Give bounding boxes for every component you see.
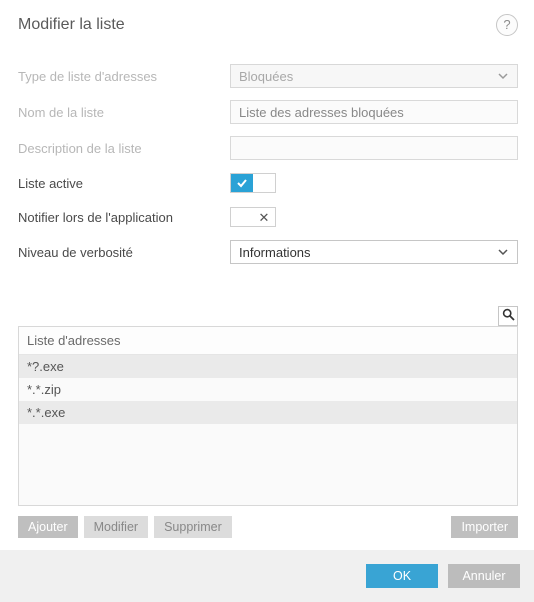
header: Modifier la liste ? [0, 0, 534, 46]
table-row[interactable]: *.*.zip [19, 378, 517, 401]
row-type: Type de liste d'adresses Bloquées [18, 64, 518, 88]
check-icon [231, 174, 253, 192]
search-row [18, 306, 518, 326]
select-verbosity[interactable]: Informations [230, 240, 518, 264]
toggle-active[interactable] [230, 173, 276, 193]
address-table: Liste d'adresses *?.exe *.*.zip *.*.exe [18, 326, 518, 506]
body: Type de liste d'adresses Bloquées Nom de… [0, 46, 534, 550]
row-verbosity: Niveau de verbosité Informations [18, 240, 518, 264]
search-icon [502, 308, 515, 324]
toggle-notify[interactable]: ✕ [230, 207, 276, 227]
action-row: Ajouter Modifier Supprimer Importer [18, 516, 518, 538]
label-name: Nom de la liste [18, 105, 230, 120]
table-row[interactable]: *?.exe [19, 355, 517, 378]
edit-button[interactable]: Modifier [84, 516, 148, 538]
row-active: Liste active [18, 172, 518, 194]
dialog: Modifier la liste ? Type de liste d'adre… [0, 0, 534, 562]
label-type: Type de liste d'adresses [18, 69, 230, 84]
select-type[interactable]: Bloquées [230, 64, 518, 88]
select-verbosity-value: Informations [239, 245, 311, 260]
add-button[interactable]: Ajouter [18, 516, 78, 538]
row-desc: Description de la liste [18, 136, 518, 160]
ok-button[interactable]: OK [366, 564, 438, 588]
help-button[interactable]: ? [496, 14, 518, 36]
label-desc: Description de la liste [18, 141, 230, 156]
footer: OK Annuler [0, 550, 534, 602]
chevron-down-icon [497, 246, 509, 258]
search-button[interactable] [498, 306, 518, 326]
input-name[interactable]: Liste des adresses bloquées [230, 100, 518, 124]
select-type-value: Bloquées [239, 69, 293, 84]
row-notify: Notifier lors de l'application ✕ [18, 206, 518, 228]
dialog-title: Modifier la liste [18, 16, 125, 34]
table-header[interactable]: Liste d'adresses [19, 326, 517, 355]
cross-icon: ✕ [253, 208, 275, 226]
row-name: Nom de la liste Liste des adresses bloqu… [18, 100, 518, 124]
label-notify: Notifier lors de l'application [18, 210, 230, 225]
chevron-down-icon [497, 70, 509, 82]
label-verbosity: Niveau de verbosité [18, 245, 230, 260]
cancel-button[interactable]: Annuler [448, 564, 520, 588]
delete-button[interactable]: Supprimer [154, 516, 232, 538]
import-button[interactable]: Importer [451, 516, 518, 538]
table-row[interactable]: *.*.exe [19, 401, 517, 424]
input-desc[interactable] [230, 136, 518, 160]
label-active: Liste active [18, 176, 230, 191]
input-name-value: Liste des adresses bloquées [239, 105, 404, 120]
